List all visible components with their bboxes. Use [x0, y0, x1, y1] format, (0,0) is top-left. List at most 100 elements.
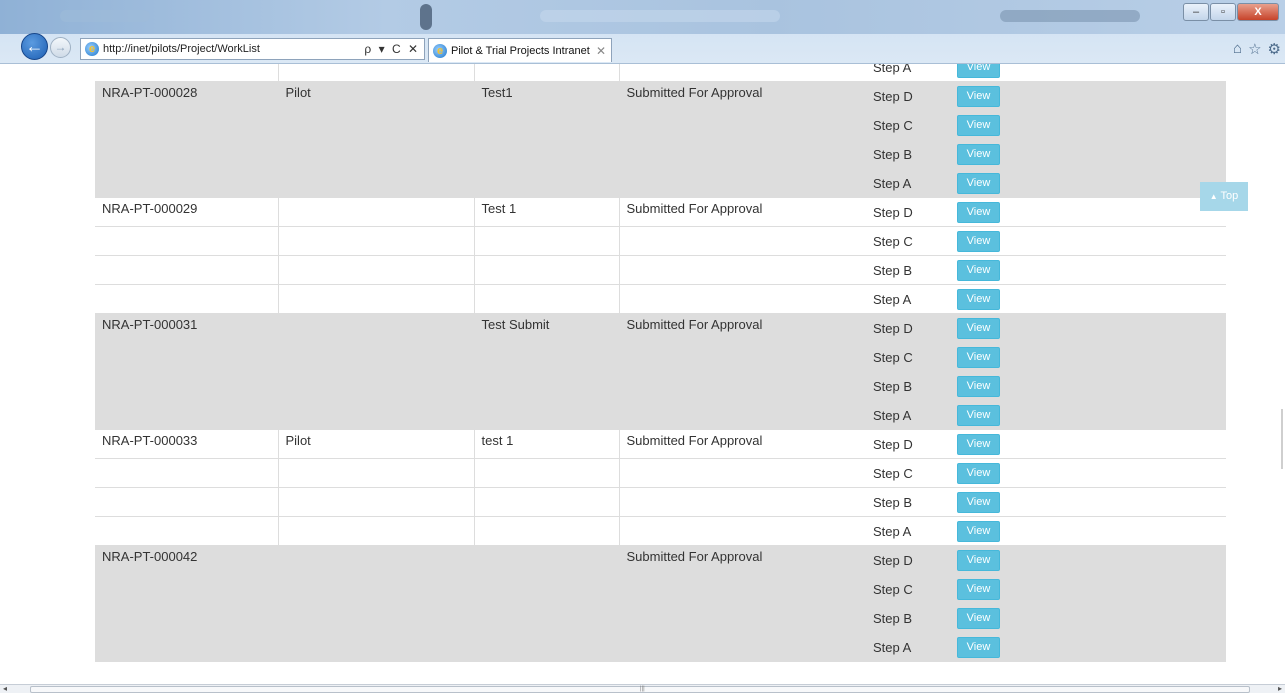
- maximize-button[interactable]: ▫: [1210, 3, 1236, 21]
- scrollbar-grip-icon: |||: [640, 686, 645, 692]
- forward-button[interactable]: →: [50, 37, 71, 58]
- scroll-right-arrow-icon[interactable]: ▸: [1278, 684, 1282, 693]
- step-label: Step D: [866, 313, 953, 343]
- step-label: Step B: [866, 371, 953, 401]
- view-button[interactable]: View: [957, 230, 1000, 252]
- minimize-button[interactable]: –: [1183, 3, 1209, 21]
- view-button[interactable]: View: [957, 607, 1000, 629]
- back-to-top-button[interactable]: ▲ Top: [1200, 182, 1248, 211]
- project-id: NRA-PT-000042: [95, 545, 278, 575]
- table-row: Step C View: [95, 110, 1226, 140]
- view-button[interactable]: View: [957, 375, 1000, 397]
- table-row: Step B View: [95, 487, 1226, 517]
- table-row: Step C View: [95, 226, 1226, 256]
- view-button[interactable]: View: [957, 288, 1000, 310]
- worklist-table: Step A View NRA-PT-000028 Pilot Test1 Submi…: [95, 64, 1226, 662]
- table-row: NRA-PT-000028 Pilot Test1 Submitted For App…: [95, 81, 1226, 111]
- table-row: Step A View: [95, 516, 1226, 546]
- settings-gear-icon[interactable]: ⚙: [1268, 40, 1281, 58]
- close-window-button[interactable]: X: [1237, 3, 1279, 21]
- project-status: Submitted For Approval: [618, 545, 866, 575]
- view-button[interactable]: View: [957, 317, 1000, 339]
- address-url[interactable]: http://inet/pilots/Project/WorkList: [103, 43, 364, 55]
- project-status: Submitted For Approval: [618, 197, 866, 227]
- project-id: NRA-PT-000033: [95, 429, 278, 459]
- table-row: Step A View: [95, 400, 1226, 430]
- back-button[interactable]: ←: [21, 33, 48, 60]
- view-button[interactable]: View: [957, 346, 1000, 368]
- step-label: Step A: [866, 64, 953, 82]
- view-button[interactable]: View: [957, 578, 1000, 600]
- toolbar-icons: ⌂ ☆ ⚙: [1233, 40, 1281, 58]
- step-label: Step A: [866, 516, 953, 546]
- view-button[interactable]: View: [957, 491, 1000, 513]
- step-label: Step B: [866, 139, 953, 169]
- address-bar[interactable]: e http://inet/pilots/Project/WorkList ρ …: [80, 38, 425, 60]
- table-row: Step A View: [95, 168, 1226, 198]
- horizontal-scrollbar[interactable]: ◂ ||| ▸: [0, 684, 1285, 693]
- project-id: NRA-PT-000029: [95, 197, 278, 227]
- vertical-scroll-marker[interactable]: [1281, 409, 1283, 469]
- top-button-label: Top: [1220, 190, 1239, 202]
- view-button[interactable]: View: [957, 64, 1000, 78]
- step-label: Step C: [866, 574, 953, 604]
- ie-page-icon: e: [85, 42, 99, 56]
- project-id: NRA-PT-000031: [95, 313, 278, 343]
- table-row: NRA-PT-000029 Test 1 Submitted For Approva…: [95, 197, 1226, 227]
- step-label: Step C: [866, 342, 953, 372]
- project-type: [277, 197, 474, 227]
- tab-title: Pilot & Trial Projects Intranet: [451, 44, 590, 57]
- view-button[interactable]: View: [957, 549, 1000, 571]
- view-button[interactable]: View: [957, 172, 1000, 194]
- step-label: Step A: [866, 168, 953, 198]
- view-button[interactable]: View: [957, 433, 1000, 455]
- view-button[interactable]: View: [957, 462, 1000, 484]
- title-bar-blur: [1000, 10, 1140, 22]
- title-bar-blur: [60, 10, 150, 22]
- project-name: [473, 545, 619, 575]
- project-name: Test 1: [473, 197, 619, 227]
- project-type: [277, 313, 474, 343]
- view-button[interactable]: View: [957, 143, 1000, 165]
- table-row: Step A View: [95, 284, 1226, 314]
- view-button[interactable]: View: [957, 404, 1000, 426]
- step-label: Step D: [866, 429, 953, 459]
- ie-tab-icon: e: [433, 43, 447, 58]
- view-button[interactable]: View: [957, 85, 1000, 107]
- table-row: NRA-PT-000031 Test Submit Submitted For Ap…: [95, 313, 1226, 343]
- page-content: Step A View NRA-PT-000028 Pilot Test1 Submi…: [0, 64, 1285, 684]
- project-name: Test1: [473, 81, 619, 111]
- table-row: Step A View: [95, 632, 1226, 662]
- favorites-star-icon[interactable]: ☆: [1248, 40, 1261, 58]
- address-bar-controls[interactable]: ρ ▾ C ✕: [364, 42, 424, 56]
- project-name: Test Submit: [473, 313, 619, 343]
- table-row: NRA-PT-000033 Pilot test 1 Submitted For Ap…: [95, 429, 1226, 459]
- view-button[interactable]: View: [957, 520, 1000, 542]
- table-row: Step C View: [95, 342, 1226, 372]
- table-row: Step A View: [95, 64, 1226, 82]
- project-type: Pilot: [277, 81, 474, 111]
- table-row: Step B View: [95, 139, 1226, 169]
- view-button[interactable]: View: [957, 114, 1000, 136]
- scroll-left-arrow-icon[interactable]: ◂: [3, 684, 7, 693]
- step-label: Step D: [866, 545, 953, 575]
- step-label: Step A: [866, 632, 953, 662]
- project-status: Submitted For Approval: [618, 81, 866, 111]
- step-label: Step B: [866, 487, 953, 517]
- browser-tab-active[interactable]: e Pilot & Trial Projects Intranet ✕: [428, 38, 612, 62]
- table-row: NRA-PT-000042 Submitted For Approval Step …: [95, 545, 1226, 575]
- view-button[interactable]: View: [957, 201, 1000, 223]
- home-icon[interactable]: ⌂: [1233, 40, 1242, 58]
- tab-close-icon[interactable]: ✕: [596, 44, 611, 58]
- table-row: Step B View: [95, 603, 1226, 633]
- step-label: Step C: [866, 110, 953, 140]
- view-button[interactable]: View: [957, 636, 1000, 658]
- table-row: Step C View: [95, 458, 1226, 488]
- view-button[interactable]: View: [957, 259, 1000, 281]
- table-row: Step C View: [95, 574, 1226, 604]
- window-title-bar: – ▫ X: [0, 0, 1285, 34]
- window-controls: – ▫ X: [1182, 3, 1279, 21]
- step-label: Step B: [866, 603, 953, 633]
- project-type: Pilot: [277, 429, 474, 459]
- step-label: Step B: [866, 255, 953, 285]
